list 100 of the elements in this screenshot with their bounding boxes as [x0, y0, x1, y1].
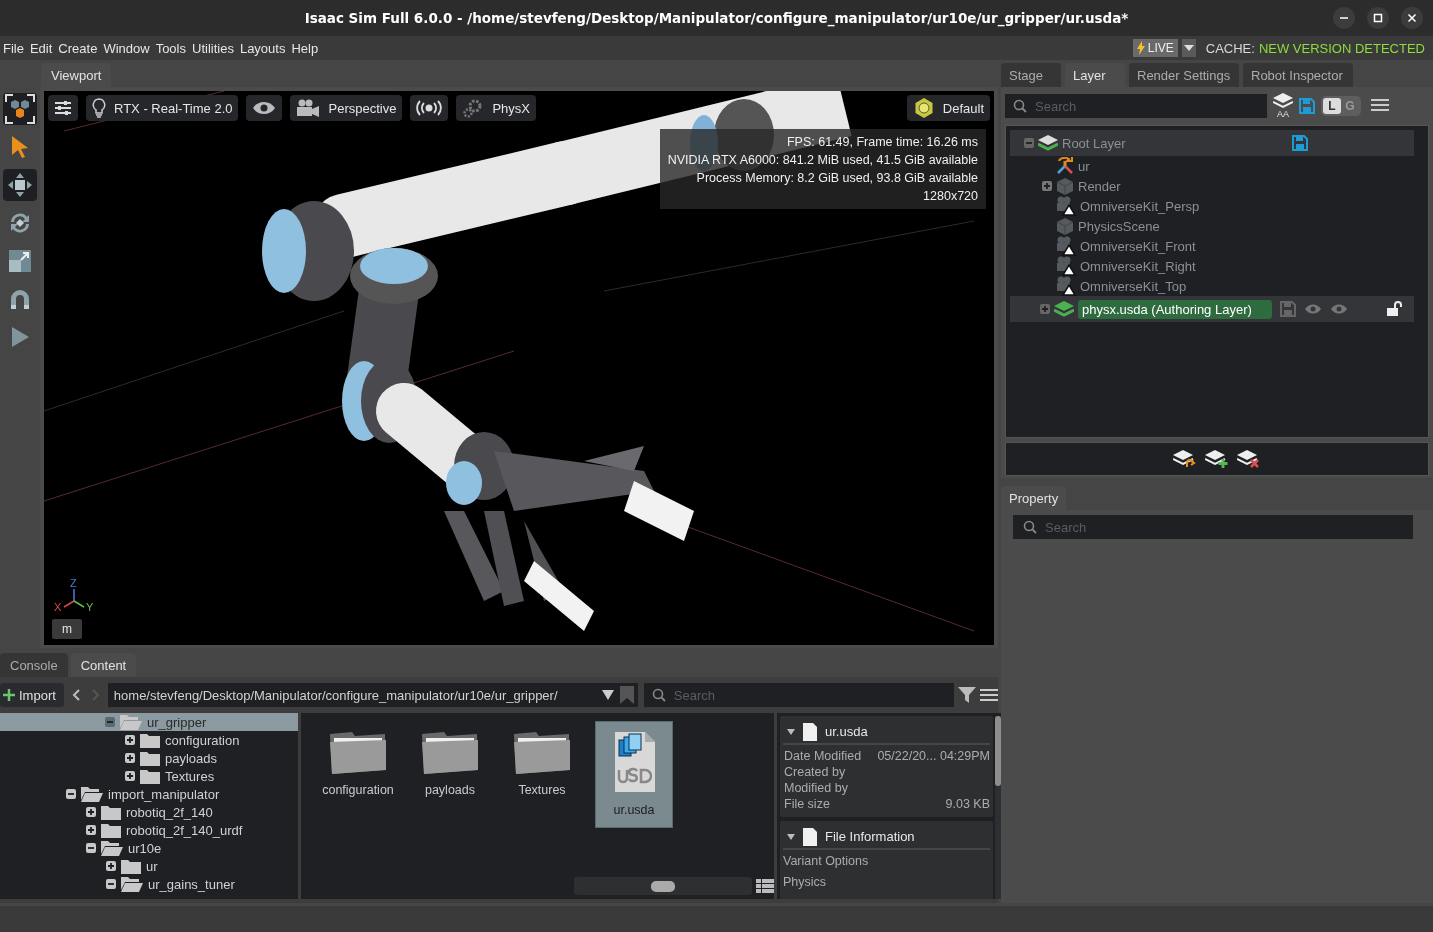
- file-tile[interactable]: configuration: [319, 721, 397, 808]
- layer-add-icon[interactable]: [1204, 450, 1229, 468]
- collapse-icon[interactable]: [106, 879, 116, 889]
- menu-item[interactable]: Create: [55, 37, 101, 59]
- prim-row[interactable]: Render: [1010, 176, 1414, 196]
- tree-row[interactable]: ur10e: [0, 839, 298, 857]
- grid-view-icon[interactable]: [756, 879, 774, 893]
- lighting-button[interactable]: Default: [906, 95, 990, 121]
- triangle-icon[interactable]: [787, 833, 795, 840]
- play-icon: [10, 326, 30, 348]
- eye-icon[interactable]: [1329, 303, 1348, 315]
- menu-item[interactable]: Utilities: [189, 37, 237, 59]
- collapse-icon[interactable]: [105, 717, 115, 727]
- viewport[interactable]: RTX - Real-Time 2.0 Perspective PhysX Default FPS: 61.49, Frame time: 16.26 ms NVIDIA RTX A6000: 841.2 MiB used, 41.5 GiB available Process Memory: 8.2 GiB used, 93.8 GiB available 1280x720 Z X Y m: [44, 91, 994, 645]
- units-button[interactable]: m: [52, 619, 82, 639]
- expand-icon[interactable]: [125, 735, 135, 745]
- save-icon[interactable]: [1299, 98, 1315, 114]
- tab[interactable]: Layer: [1065, 63, 1125, 87]
- menu-item[interactable]: Window: [100, 37, 153, 59]
- toggle-option[interactable]: L: [1323, 98, 1341, 114]
- save-icon[interactable]: [1291, 135, 1308, 151]
- layer-remove-icon[interactable]: [1236, 450, 1261, 468]
- expand-icon[interactable]: [125, 771, 135, 781]
- info-line: Physics: [783, 875, 828, 891]
- tree-row[interactable]: payloads: [0, 749, 298, 767]
- menu-item[interactable]: Help: [288, 37, 322, 59]
- live-dropdown-button[interactable]: [1181, 39, 1196, 57]
- renderer-button[interactable]: RTX - Real-Time 2.0: [86, 95, 239, 121]
- tab[interactable]: Render Settings: [1129, 63, 1239, 87]
- prim-row[interactable]: OmniverseKit_Persp: [1010, 196, 1414, 216]
- tree-row[interactable]: robotiq_2f_140_urdf: [0, 821, 298, 839]
- camera-button[interactable]: Perspective: [290, 95, 403, 121]
- tab[interactable]: Stage: [1001, 63, 1061, 87]
- filter-icon[interactable]: [958, 687, 976, 703]
- file-tile[interactable]: payloads: [411, 721, 489, 808]
- visibility-button[interactable]: [246, 95, 283, 121]
- collapse-icon[interactable]: [66, 789, 76, 799]
- menu-item[interactable]: Layouts: [236, 37, 289, 59]
- layer-row[interactable]: Root Layer: [1010, 130, 1414, 156]
- move-tool-button[interactable]: [3, 169, 37, 201]
- prim-row[interactable]: PhysicsScene: [1010, 216, 1414, 236]
- caret-icon[interactable]: [601, 690, 614, 700]
- menu-item[interactable]: Tools: [152, 37, 189, 59]
- tree-row[interactable]: Textures: [0, 767, 298, 785]
- minimize-button[interactable]: [1333, 7, 1355, 29]
- tab[interactable]: Robot Inspector: [1243, 63, 1353, 87]
- scrollbar-thumb[interactable]: [651, 880, 675, 892]
- import-button[interactable]: Import: [0, 683, 64, 707]
- prim-row[interactable]: OmniverseKit_Front: [1010, 236, 1414, 256]
- collapse-icon[interactable]: [86, 843, 96, 853]
- file-title: ur.usda: [825, 724, 868, 739]
- magnet-icon: [8, 287, 32, 311]
- triangle-icon[interactable]: [787, 728, 795, 735]
- layers-icon: [1273, 93, 1293, 109]
- broadcast-button[interactable]: [410, 95, 449, 121]
- layer-move-icon[interactable]: [1172, 450, 1197, 468]
- layers-icon: [1038, 135, 1058, 151]
- camera-icon: [1056, 276, 1076, 296]
- tree-row[interactable]: import_manipulator: [0, 785, 298, 803]
- folder-name: import_manipulator: [108, 786, 220, 802]
- expand-icon[interactable]: [86, 825, 96, 835]
- auto-authoring-button[interactable]: AA: [1273, 93, 1293, 119]
- broadcast-icon: [416, 100, 443, 116]
- maximize-button[interactable]: [1367, 7, 1389, 29]
- physx-button[interactable]: PhysX: [456, 95, 536, 121]
- menu-icon[interactable]: [980, 688, 998, 702]
- folder-icon: [140, 750, 160, 766]
- scrollbar-thumb[interactable]: [995, 716, 1001, 786]
- tab[interactable]: Property: [1001, 486, 1067, 510]
- prim-row[interactable]: ur: [1010, 156, 1414, 176]
- tree-row[interactable]: robotiq_2f_140: [0, 803, 298, 821]
- folder-name: Textures: [165, 768, 215, 784]
- cubes-icon: [5, 94, 35, 124]
- tab[interactable]: Console: [0, 653, 68, 677]
- eye-icon[interactable]: [1303, 303, 1322, 315]
- live-button[interactable]: LIVE: [1132, 39, 1178, 57]
- tree-row[interactable]: ur_gains_tuner: [0, 875, 298, 893]
- search-icon: [1013, 99, 1027, 113]
- settings-button[interactable]: [48, 95, 78, 121]
- unlocked-icon[interactable]: [1385, 301, 1402, 317]
- path-field[interactable]: home/stevfeng/Desktop/Manipulator/configure_manipulator/ur10e/ur_gripper/: [107, 683, 638, 707]
- layer-row[interactable]: physx.usda (Authoring Layer): [1010, 296, 1414, 322]
- tab[interactable]: Viewport: [41, 63, 112, 87]
- prim-row[interactable]: OmniverseKit_Top: [1010, 276, 1414, 296]
- expand-icon[interactable]: [106, 861, 116, 871]
- expand-icon[interactable]: [86, 807, 96, 817]
- close-button[interactable]: [1401, 7, 1423, 29]
- tree-row[interactable]: configuration: [0, 731, 298, 749]
- menu-item[interactable]: Edit: [26, 37, 56, 59]
- file-tile[interactable]: ur.usda: [595, 721, 673, 828]
- layer-mode-toggle[interactable]: L G: [1321, 96, 1361, 116]
- tree-row[interactable]: ur: [0, 857, 298, 875]
- tab[interactable]: Content: [70, 653, 137, 677]
- menu-item[interactable]: File: [0, 37, 27, 59]
- expand-icon[interactable]: [125, 753, 135, 763]
- tree-row[interactable]: ur_gripper: [0, 713, 298, 731]
- selection-mode-button[interactable]: [3, 93, 37, 125]
- maximize-icon: [1373, 13, 1383, 23]
- prim-row[interactable]: OmniverseKit_Right: [1010, 256, 1414, 276]
- file-tile[interactable]: Textures: [503, 721, 581, 808]
